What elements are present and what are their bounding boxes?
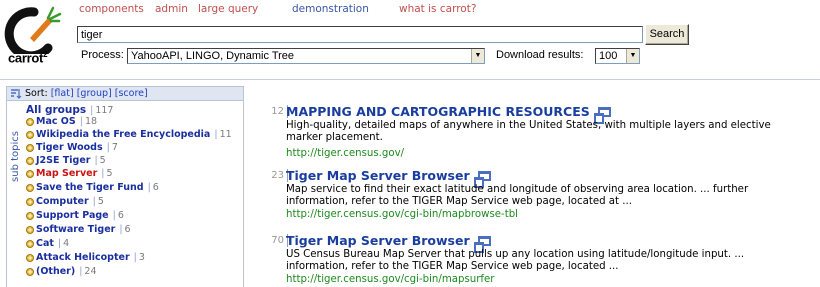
process-select-value: YahooAPI, LINGO, Dynamic Tree <box>131 50 295 62</box>
nav-link-components[interactable]: components <box>79 3 144 15</box>
download-results-label: Download results: <box>496 49 584 61</box>
new-window-icon[interactable] <box>473 171 491 188</box>
cluster-count: 5 <box>97 168 112 179</box>
nav-link-what-is-carrot[interactable]: what is carrot? <box>399 3 476 15</box>
cluster-item[interactable]: +Software Tiger6 <box>26 224 131 235</box>
result-snippet: US Census Bureau Map Server that pulls u… <box>286 249 745 272</box>
cluster-item[interactable]: +Attack Helicopter3 <box>26 252 145 263</box>
cluster-label: Map Server <box>36 168 98 179</box>
cluster-item[interactable]: +Save the Tiger Fund6 <box>26 182 159 193</box>
cluster-count: 6 <box>144 182 159 193</box>
sort-prefix: Sort: <box>25 88 48 99</box>
result-url[interactable]: http://tiger.census.gov/cgi-bin/mapbrows… <box>286 209 518 220</box>
expand-plus-icon[interactable]: + <box>26 198 34 206</box>
cluster-count: 4 <box>54 238 69 249</box>
expand-plus-icon[interactable]: + <box>26 170 34 178</box>
cluster-count: 3 <box>130 252 145 263</box>
download-results-value: 100 <box>599 50 618 62</box>
cluster-item[interactable]: +Support Page6 <box>26 210 124 221</box>
expand-plus-icon[interactable]: + <box>26 268 34 276</box>
expand-plus-icon[interactable]: + <box>26 226 34 234</box>
result-title-link[interactable]: Tiger Map Server Browser <box>286 168 470 183</box>
cluster-item[interactable]: +Map Server5 <box>26 168 113 179</box>
sort-flat-link[interactable]: [flat] <box>51 88 74 99</box>
carrot-logo-icon <box>4 6 62 61</box>
cluster-label: Support Page <box>36 210 109 221</box>
expand-plus-icon[interactable]: + <box>26 144 34 152</box>
sort-group-link[interactable]: [group] <box>77 88 112 99</box>
cluster-label: Attack Helicopter <box>36 252 130 263</box>
search-input[interactable]: tiger <box>77 26 643 43</box>
process-label: Process: <box>81 49 124 61</box>
brand-wordmark: carrot2 <box>8 50 48 66</box>
result-url[interactable]: http://tiger.census.gov/cgi-bin/mapsurfe… <box>286 274 494 285</box>
process-select[interactable]: YahooAPI, LINGO, Dynamic Tree ▼ <box>127 48 485 64</box>
new-window-icon[interactable] <box>593 107 611 124</box>
all-groups-count: 117 <box>86 105 113 116</box>
result-snippet: High-quality, detailed maps of anywhere … <box>286 120 771 143</box>
cluster-label: Software Tiger <box>36 224 116 235</box>
result-rank: 12 <box>271 106 284 117</box>
sort-score-link[interactable]: [score] <box>115 88 148 99</box>
cluster-label: Save the Tiger Fund <box>36 182 144 193</box>
cluster-count: 6 <box>115 224 130 235</box>
cluster-count: 5 <box>90 155 105 166</box>
cluster-label: Wikipedia the Free Encyclopedia <box>36 129 211 140</box>
nav-link-admin[interactable]: admin <box>155 3 188 15</box>
cluster-item[interactable]: +(Other)24 <box>26 266 97 277</box>
chevron-down-icon[interactable]: ▼ <box>471 49 484 63</box>
cluster-label: Cat <box>36 238 54 249</box>
result-title-link[interactable]: Tiger Map Server Browser <box>286 233 470 248</box>
sub-topics-tab[interactable]: sub topics <box>10 131 21 182</box>
cluster-item[interactable]: +J2SE Tiger5 <box>26 155 106 166</box>
chevron-down-icon[interactable]: ▼ <box>626 49 639 63</box>
cluster-item[interactable]: +Wikipedia the Free Encyclopedia11 <box>26 129 232 140</box>
cluster-count: 5 <box>89 196 104 207</box>
result-title-row: MAPPING AND CARTOGRAPHIC RESOURCES <box>286 104 611 124</box>
result-url[interactable]: http://tiger.census.gov/ <box>286 148 404 159</box>
download-results-select[interactable]: 100 ▼ <box>595 48 640 64</box>
cluster-count: 11 <box>210 129 231 140</box>
expand-plus-icon[interactable]: + <box>26 240 34 248</box>
cluster-count: 24 <box>75 266 96 277</box>
cluster-label: J2SE Tiger <box>36 155 91 166</box>
sort-icon <box>11 89 22 99</box>
result-title-row: Tiger Map Server Browser <box>286 233 491 253</box>
result-snippet: Map service to find their exact latitude… <box>286 184 749 207</box>
result-rank: 23 <box>271 170 284 181</box>
expand-plus-icon[interactable]: + <box>26 157 34 165</box>
cluster-label: Mac OS <box>36 116 76 127</box>
result-title-row: Tiger Map Server Browser <box>286 168 491 188</box>
cluster-label: Tiger Woods <box>36 142 103 153</box>
cluster-item[interactable]: +Mac OS18 <box>26 116 97 127</box>
expand-plus-icon[interactable]: + <box>26 212 34 220</box>
sort-bar: Sort: [flat] [group] [score] <box>6 86 244 101</box>
header-divider <box>0 79 820 80</box>
cluster-item[interactable]: +Computer5 <box>26 196 104 207</box>
new-window-icon[interactable] <box>473 236 491 253</box>
clusters-panel: sub topics All groups117 +Mac OS18+Wikip… <box>6 101 244 287</box>
result-rank: 70 <box>271 235 284 246</box>
cluster-count: 6 <box>109 210 124 221</box>
search-button[interactable]: Search <box>645 24 689 45</box>
all-groups-item[interactable]: All groups117 <box>26 104 113 116</box>
cluster-count: 18 <box>76 116 97 127</box>
nav-link-large-query[interactable]: large query <box>198 3 258 15</box>
nav-link-demonstration[interactable]: demonstration <box>292 3 369 15</box>
expand-plus-icon[interactable]: + <box>26 118 34 126</box>
cluster-label: (Other) <box>36 266 76 277</box>
carrot-logo[interactable]: carrot2 <box>4 4 72 72</box>
expand-plus-icon[interactable]: + <box>26 254 34 262</box>
all-groups-label: All groups <box>26 104 87 116</box>
cluster-item[interactable]: +Tiger Woods7 <box>26 142 118 153</box>
cluster-item[interactable]: +Cat4 <box>26 238 69 249</box>
expand-plus-icon[interactable]: + <box>26 131 34 139</box>
expand-plus-icon[interactable]: + <box>26 184 34 192</box>
result-title-link[interactable]: MAPPING AND CARTOGRAPHIC RESOURCES <box>286 104 590 119</box>
cluster-label: Computer <box>36 196 89 207</box>
cluster-count: 7 <box>103 142 118 153</box>
